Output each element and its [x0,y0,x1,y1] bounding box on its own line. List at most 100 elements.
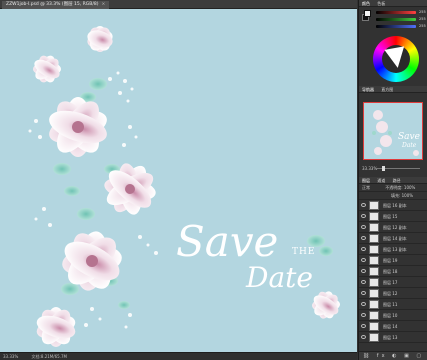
eye-icon[interactable] [361,313,366,317]
color-wheel[interactable] [373,36,419,82]
layer-name: 图层 12 副本 [383,225,407,230]
layer-thumbnail [369,201,379,210]
foreground-color-swatch[interactable] [364,10,371,17]
right-panel-column: 颜色 色板 255 255 255 导航器 直方图 Save Date 33.3… [358,0,427,360]
layer-name: 图层 19 [383,258,398,263]
tab-histogram[interactable]: 直方图 [381,87,393,92]
layer-name: 图层 12 [383,291,398,296]
eye-icon[interactable] [361,269,366,273]
layer-row[interactable]: 图层 15 [359,211,427,222]
document-tab[interactable]: ZZW1job-Ⅰ.psd @ 33.3% (图层 15, RGB/8) × [2,1,110,9]
color-panel-tabs: 颜色 色板 [359,0,427,7]
fill-field[interactable]: 填充: 100% [391,193,413,198]
layer-row[interactable]: 图层 19 [359,255,427,266]
document-status-bar: 33.33% 文档:8.21M/65.7M [0,352,357,360]
layer-row[interactable]: 图层 13 [359,332,427,343]
blend-mode-select[interactable]: 正常 [362,185,370,190]
document-tab-label: ZZW1job-Ⅰ.psd @ 33.3% (图层 15, RGB/8) [6,2,99,7]
status-doc-size: 文档:8.21M/65.7M [31,354,67,359]
layer-thumbnail [369,256,379,265]
layer-row[interactable]: 图层 17 [359,277,427,288]
date-word: Date [246,261,313,294]
layer-row[interactable]: 图层 12 副本 [359,222,427,233]
eye-icon[interactable] [361,291,366,295]
status-zoom[interactable]: 33.33% [3,354,18,359]
floral-artwork [28,26,340,347]
tab-channels[interactable]: 通道 [377,178,385,183]
tab-swatches[interactable]: 色板 [377,1,385,6]
layer-thumbnail [369,245,379,254]
tab-paths[interactable]: 路径 [393,178,401,183]
navigator-zoom-value[interactable]: 33.33% [362,166,377,171]
svg-text:Save: Save [398,132,420,142]
slider-g-value[interactable]: 255 [419,17,426,21]
layers-fill-row: 填充: 100% [359,192,427,200]
layer-thumbnail [369,289,379,298]
eye-icon[interactable] [361,236,366,240]
navigator-thumbnail[interactable]: Save Date [363,102,423,160]
document-tab-bar: ZZW1job-Ⅰ.psd @ 33.3% (图层 15, RGB/8) × [0,0,357,9]
navigator-preview: Save Date [372,110,420,156]
navigator-zoom-knob[interactable] [382,166,385,171]
layer-thumbnail [369,234,379,243]
close-icon[interactable]: × [101,2,105,7]
layer-name: 图层 16 副本 [383,203,407,208]
the-word: THE [292,247,316,257]
color-triangle[interactable] [384,46,408,70]
layer-thumbnail [369,278,379,287]
slider-r-value[interactable]: 255 [419,10,426,14]
color-panel: 颜色 色板 255 255 255 [359,0,427,86]
save-the-date-title: Save [176,217,278,266]
layer-name: 图层 14 副本 [383,236,407,241]
eye-icon[interactable] [361,214,366,218]
layers-panel: 图层 通道 路径 正常 不透明度: 100% 填充: 100% 图层 16 副本… [359,177,427,360]
eye-icon[interactable] [361,258,366,262]
layer-name: 图层 15 [383,214,398,219]
eye-icon[interactable] [361,335,366,339]
layer-name: 图层 14 [383,324,398,329]
layer-name: 图层 10 [383,313,398,318]
layer-name: 图层 13 副本 [383,247,407,252]
eye-icon[interactable] [361,302,366,306]
layer-row[interactable]: 图层 13 副本 [359,244,427,255]
layer-name: 图层 17 [383,280,398,285]
layer-row[interactable]: 图层 16 副本 [359,200,427,211]
eye-icon[interactable] [361,280,366,284]
slider-g[interactable] [376,18,416,21]
slider-b-value[interactable]: 255 [419,24,426,28]
layer-thumbnail [369,300,379,309]
layer-row[interactable]: 图层 10 [359,310,427,321]
layer-row[interactable]: 图层 18 [359,266,427,277]
layers-list: 图层 16 副本 图层 15 图层 12 副本 图层 14 副本 图层 13 副… [359,200,427,343]
layer-name: 图层 13 [383,335,398,340]
eye-icon[interactable] [361,203,366,207]
eye-icon[interactable] [361,324,366,328]
layer-row[interactable]: 图层 11 [359,299,427,310]
photoshop-window: ZZW1job-Ⅰ.psd @ 33.3% (图层 15, RGB/8) × S… [0,0,427,360]
tab-navigator[interactable]: 导航器 [362,87,374,92]
layer-thumbnail [369,267,379,276]
document-canvas[interactable]: Save THE Date [0,9,357,352]
slider-b[interactable] [376,25,416,28]
opacity-field[interactable]: 不透明度: 100% [385,185,415,190]
layer-name: 图层 11 [383,302,398,307]
navigator-tabs: 导航器 直方图 [359,86,427,93]
navigator-panel: 导航器 直方图 Save Date 33.33% [359,86,427,176]
layers-footer-toolbar[interactable]: ⛓ fx ◐ ▣ ▢ 🗑 [359,351,427,360]
color-wheel-inner [382,45,410,73]
layer-row[interactable]: 图层 14 [359,321,427,332]
layer-row[interactable]: 图层 14 副本 [359,233,427,244]
eye-icon[interactable] [361,225,366,229]
layer-name: 图层 18 [383,269,398,274]
tab-layers[interactable]: 图层 [362,178,370,183]
layer-row[interactable]: 图层 12 [359,288,427,299]
svg-text:Date: Date [401,142,417,149]
layer-thumbnail [369,333,379,342]
slider-r[interactable] [376,11,416,14]
layer-thumbnail [369,223,379,232]
tab-color[interactable]: 颜色 [362,1,370,6]
layer-thumbnail [369,212,379,221]
eye-icon[interactable] [361,247,366,251]
save-word: Save [176,217,279,266]
layer-thumbnail [369,322,379,331]
